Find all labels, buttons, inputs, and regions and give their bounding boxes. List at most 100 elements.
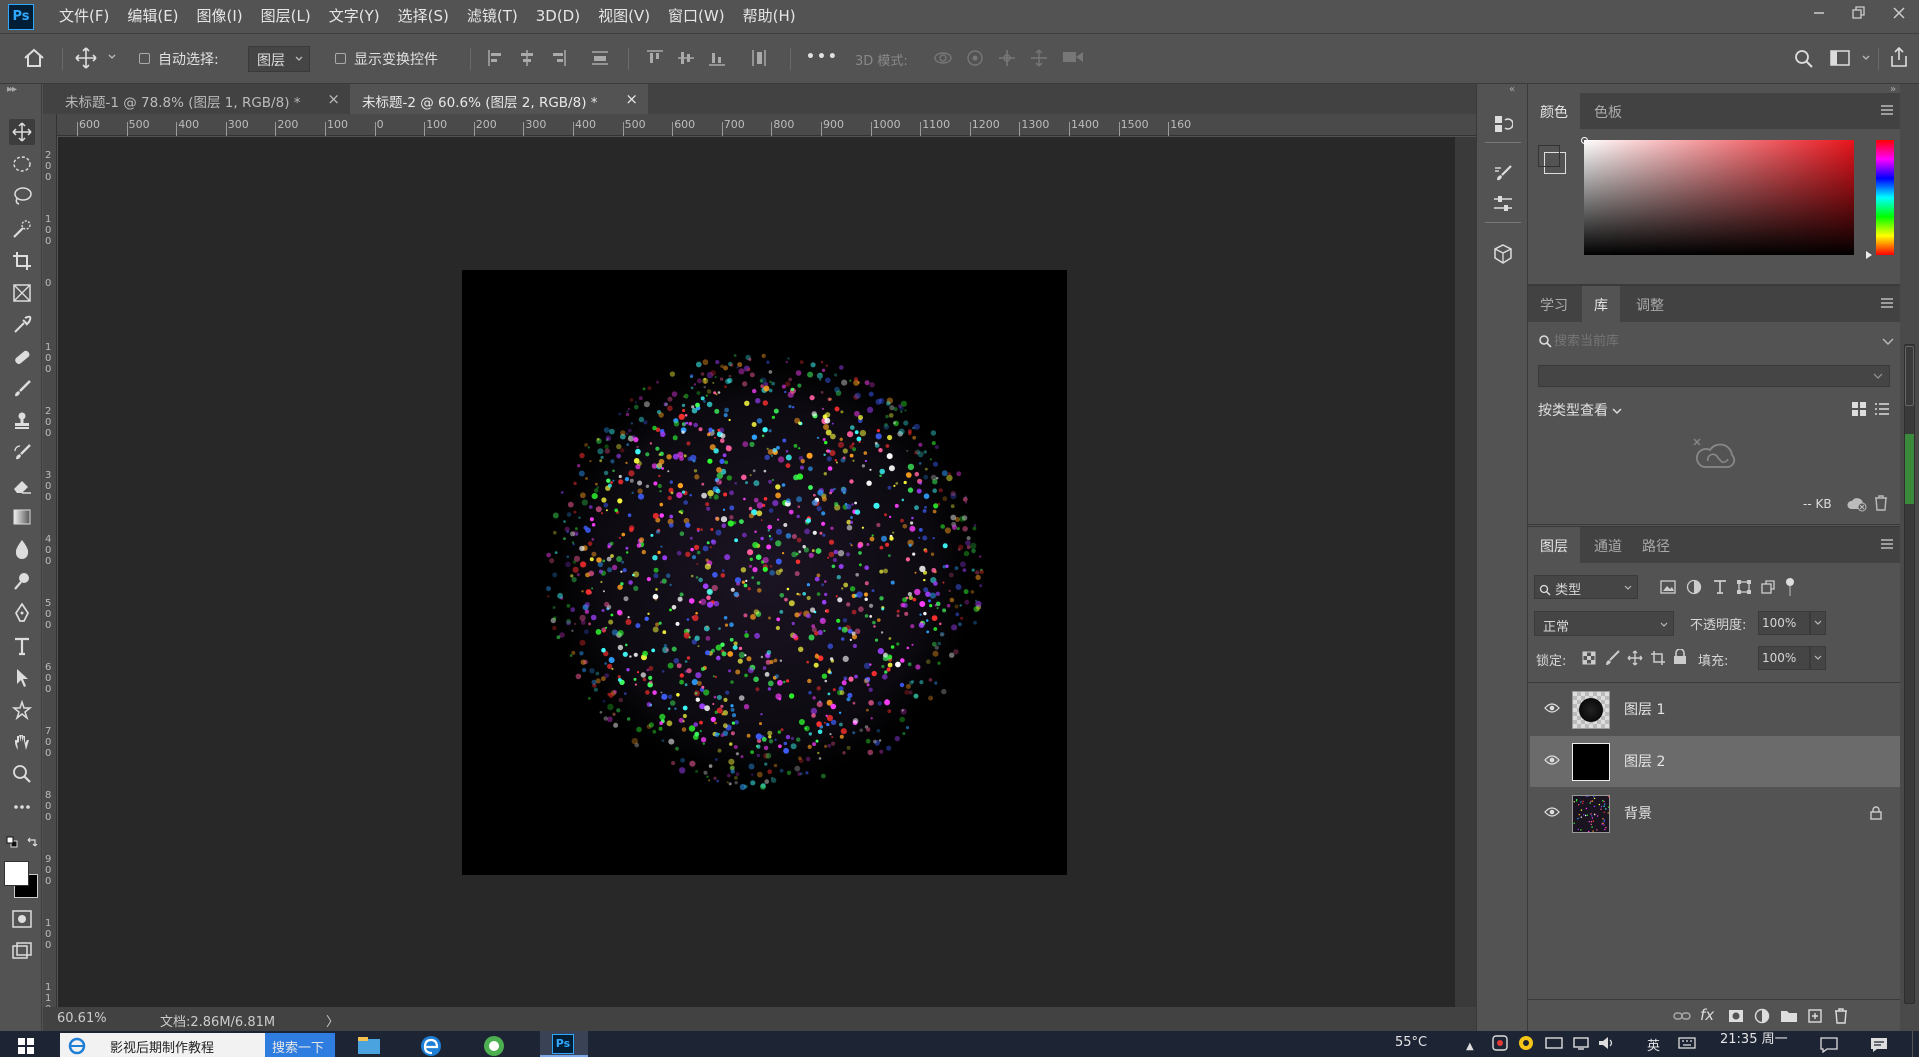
collapse-arrows-icon[interactable]: « xyxy=(1509,84,1515,95)
visibility-eye-icon[interactable] xyxy=(1544,754,1560,766)
tray-wechat-icon[interactable] xyxy=(1518,1035,1534,1051)
lock-transparent-icon[interactable] xyxy=(1582,651,1596,665)
document-canvas[interactable] xyxy=(462,270,1067,875)
tab-paths[interactable]: 路径 xyxy=(1630,527,1682,563)
canvas-area[interactable] xyxy=(58,137,1455,1007)
swap-colors-icon[interactable] xyxy=(26,836,38,848)
tab-libraries[interactable]: 库 xyxy=(1582,286,1620,322)
layer-row-background[interactable]: 背景 xyxy=(1530,788,1900,839)
show-desktop-button[interactable] xyxy=(1912,1031,1919,1057)
history-panel-icon[interactable] xyxy=(1493,114,1513,134)
windows-start-icon[interactable] xyxy=(18,1038,34,1054)
edge-browser-icon[interactable] xyxy=(420,1035,442,1057)
taskbar-search-button[interactable]: 搜索一下 xyxy=(265,1033,335,1057)
panels-scrollbar[interactable] xyxy=(1900,84,1919,1031)
distribute-icon[interactable] xyxy=(591,49,609,67)
delete-layer-icon[interactable] xyxy=(1834,1008,1848,1024)
tab-learn[interactable]: 学习 xyxy=(1528,286,1580,322)
marquee-tool-icon[interactable] xyxy=(10,152,34,176)
close-window-button[interactable] xyxy=(1879,0,1919,26)
menu-filter[interactable]: 滤镜(T) xyxy=(458,0,527,33)
brush-settings-icon[interactable] xyxy=(1493,164,1513,184)
foreground-color-swatch[interactable] xyxy=(4,861,29,886)
zoom-tool-icon[interactable] xyxy=(10,762,34,786)
tray-network-icon[interactable] xyxy=(1572,1036,1590,1050)
new-group-icon[interactable] xyxy=(1780,1009,1798,1023)
vertical-scrollbar[interactable] xyxy=(1455,137,1476,1007)
tab-adjustments[interactable]: 调整 xyxy=(1624,286,1676,322)
horizontal-ruler[interactable]: 600 500 400 300 200 100 0 100 200 300 400 500 600 700… xyxy=(57,114,1476,136)
share-icon[interactable] xyxy=(1889,46,1909,68)
view-by-type-dropdown[interactable]: 按类型查看 xyxy=(1538,400,1622,420)
menu-image[interactable]: 图像(I) xyxy=(188,0,252,33)
frame-tool-icon[interactable] xyxy=(10,281,34,305)
clone-stamp-tool-icon[interactable] xyxy=(10,409,34,433)
align-left-icon[interactable] xyxy=(487,49,505,67)
layer-name[interactable]: 图层 1 xyxy=(1624,699,1665,719)
quick-mask-icon[interactable] xyxy=(10,907,34,931)
panel-menu-icon[interactable] xyxy=(1880,538,1894,550)
crop-tool-icon[interactable] xyxy=(10,249,34,273)
screen-mode-icon[interactable] xyxy=(10,939,34,963)
align-middle-icon[interactable] xyxy=(677,49,695,67)
menu-select[interactable]: 选择(S) xyxy=(389,0,458,33)
hand-tool-icon[interactable] xyxy=(10,730,34,754)
grid-view-icon[interactable] xyxy=(1851,401,1867,417)
vertical-ruler[interactable]: 2001000100200300400500600700800900100110 xyxy=(43,114,57,1015)
tray-expand-icon[interactable]: ▲ xyxy=(1466,1041,1474,1052)
adjustments-sliders-icon[interactable] xyxy=(1493,194,1513,214)
add-mask-icon[interactable] xyxy=(1728,1009,1744,1023)
expand-arrows-icon[interactable]: » xyxy=(7,84,13,95)
browser-360-icon[interactable] xyxy=(483,1035,505,1057)
trash-icon[interactable] xyxy=(1874,495,1888,511)
tray-keyboard-icon[interactable] xyxy=(1678,1036,1696,1050)
lock-artboard-icon[interactable] xyxy=(1650,650,1666,666)
custom-shape-tool-icon[interactable] xyxy=(10,698,34,722)
tab-swatches[interactable]: 色板 xyxy=(1582,93,1634,129)
gradient-tool-icon[interactable] xyxy=(10,505,34,529)
align-top-icon[interactable] xyxy=(646,49,664,67)
tab-document-1[interactable]: 未标题-1 @ 78.8% (图层 1, RGB/8) * × xyxy=(53,84,350,114)
cloud-sync-icon[interactable] xyxy=(1846,496,1868,512)
close-tab-icon[interactable]: × xyxy=(625,90,638,108)
color-picker-marker[interactable] xyxy=(1581,137,1588,144)
show-transform-checkbox[interactable] xyxy=(335,53,346,64)
close-tab-icon[interactable]: × xyxy=(327,90,340,108)
align-bottom-icon[interactable] xyxy=(708,49,726,67)
path-selection-tool-icon[interactable] xyxy=(10,666,34,690)
menu-view[interactable]: 视图(V) xyxy=(589,0,659,33)
dodge-tool-icon[interactable] xyxy=(10,569,34,593)
filter-type-icon[interactable] xyxy=(1712,579,1728,595)
healing-brush-tool-icon[interactable] xyxy=(10,345,34,369)
lasso-tool-icon[interactable] xyxy=(10,184,34,208)
auto-select-dropdown[interactable]: 图层 xyxy=(248,46,310,72)
more-options-button[interactable]: ••• xyxy=(806,49,839,65)
align-center-icon[interactable] xyxy=(518,49,536,67)
move-tool-icon[interactable] xyxy=(75,47,97,69)
blur-tool-icon[interactable] xyxy=(10,537,34,561)
blend-mode-dropdown[interactable]: 正常 xyxy=(1534,611,1674,636)
distribute-horizontal-icon[interactable] xyxy=(750,49,768,67)
search-icon[interactable] xyxy=(1794,49,1814,69)
taskbar-search-box[interactable]: 影视后期制作教程 xyxy=(60,1033,265,1057)
filter-toggle-icon[interactable] xyxy=(1784,577,1796,597)
chevron-down-icon[interactable] xyxy=(1862,55,1870,61)
layer-name[interactable]: 背景 xyxy=(1624,803,1652,823)
panel-menu-icon[interactable] xyxy=(1880,297,1894,309)
menu-3d[interactable]: 3D(D) xyxy=(527,0,589,33)
lock-pixels-icon[interactable] xyxy=(1604,650,1620,666)
fill-slider-toggle[interactable] xyxy=(1810,646,1826,670)
fill-input[interactable]: 100% xyxy=(1758,646,1810,670)
ime-indicator[interactable]: 英 xyxy=(1647,1035,1660,1054)
panel-menu-icon[interactable] xyxy=(1880,104,1894,116)
tray-volume-icon[interactable] xyxy=(1598,1036,1616,1050)
lock-position-icon[interactable] xyxy=(1627,650,1643,666)
fx-icon[interactable]: fx xyxy=(1700,1006,1714,1024)
minimize-button[interactable] xyxy=(1799,0,1839,26)
pen-tool-icon[interactable] xyxy=(10,601,34,625)
move-tool-icon[interactable] xyxy=(9,119,35,145)
list-view-icon[interactable] xyxy=(1874,401,1890,417)
chevron-down-icon[interactable] xyxy=(108,54,116,60)
filter-pixel-icon[interactable] xyxy=(1660,580,1676,594)
hue-marker[interactable] xyxy=(1866,251,1872,259)
